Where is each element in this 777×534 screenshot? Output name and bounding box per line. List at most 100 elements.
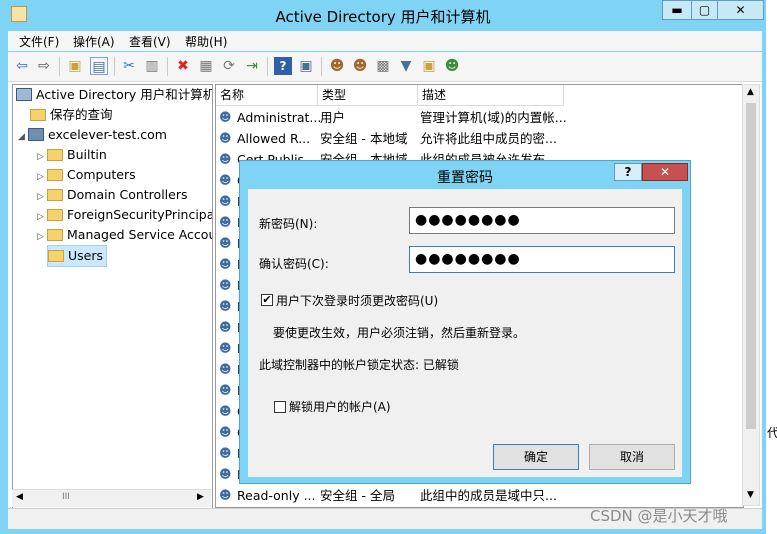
collapse-twisty-icon[interactable]: ▷ [37, 207, 47, 227]
scroll-thumb[interactable] [746, 103, 756, 429]
column-header-description[interactable]: 描述 [418, 85, 564, 106]
dialog-close-button[interactable]: ✕ [642, 163, 688, 181]
group-icon: ☻ [219, 383, 232, 397]
back-icon[interactable]: ⇦ [13, 57, 31, 75]
watermark-text: CSDN @是小天才哦 [590, 507, 728, 525]
tree-root[interactable]: Active Directory 用户和计算机 [16, 85, 212, 105]
console-icon[interactable]: ▣ [297, 57, 315, 75]
menu-help[interactable]: 帮助(H) [185, 33, 227, 50]
group-icon: ☻ [219, 278, 232, 292]
tree-item-domain-controllers[interactable]: ▷ Domain Controllers [37, 185, 187, 205]
group-icon: ☻ [219, 320, 232, 334]
up-folder-icon[interactable]: ▣ [66, 57, 84, 75]
title-bar[interactable]: Active Directory 用户和计算机 ▬ ▢ ✕ [0, 0, 766, 30]
group-icon: ☻ [219, 467, 232, 481]
tree-item-saved-queries[interactable]: 保存的查询 [30, 105, 113, 125]
add-user-icon[interactable]: ☻ [328, 57, 346, 75]
toolbar: ⇦ ⇨ ▣ ▤ ✂ ▥ ✖ ▦ ⟳ ⇥ ? ▣ ☻ ☻ ▩ ▼ ▣ ☻ [8, 52, 762, 82]
filter-icon[interactable]: ▼ [397, 57, 415, 75]
unlock-account-label[interactable]: 解锁用户的帐户(A) [289, 398, 391, 415]
group-icon: ☻ [219, 236, 232, 250]
menu-action[interactable]: 操作(A) [73, 33, 115, 50]
show-tree-icon[interactable]: ▤ [90, 57, 108, 75]
ad-console-icon [16, 88, 32, 101]
properties-icon[interactable]: ▦ [197, 57, 215, 75]
group-icon: ☻ [219, 299, 232, 313]
tree-item-computers[interactable]: ▷ Computers [37, 165, 136, 185]
group-icon: ☻ [219, 194, 232, 208]
add-ou-icon[interactable]: ▩ [374, 57, 392, 75]
group-icon: ☻ [219, 257, 232, 271]
delete-icon[interactable]: ✖ [174, 57, 192, 75]
expand-twisty-icon[interactable]: ◢ [18, 127, 28, 147]
must-change-label[interactable]: 用户下次登录时须更改密码(U) [276, 292, 438, 309]
collapse-twisty-icon[interactable]: ▷ [37, 147, 47, 167]
add-group-icon[interactable]: ☻ [351, 57, 369, 75]
folder-icon [47, 169, 63, 181]
cut-icon[interactable]: ✂ [120, 57, 138, 75]
group-icon: ☻ [219, 404, 232, 418]
export-icon[interactable]: ⇥ [243, 57, 261, 75]
tree-horizontal-scrollbar[interactable]: ◀ III ▶ [12, 489, 211, 507]
group-icon: ☻ [219, 152, 232, 166]
find-icon[interactable]: ▣ [420, 57, 438, 75]
group-icon: ☻ [219, 131, 232, 145]
must-change-checkbox[interactable]: ✔ [261, 294, 273, 306]
group-icon: ☻ [219, 362, 232, 376]
window-title: Active Directory 用户和计算机 [275, 8, 491, 26]
list-row[interactable]: ☻ Administrat... 用户 管理计算机(域)的内置帐... [216, 107, 743, 128]
scroll-up-icon[interactable]: ▲ [747, 87, 754, 97]
group-icon: ☻ [219, 215, 232, 229]
maximize-button[interactable]: ▢ [691, 0, 718, 20]
close-button[interactable]: ✕ [717, 0, 764, 20]
minimize-button[interactable]: ▬ [662, 0, 692, 20]
tree-item-users[interactable]: Users [47, 245, 108, 267]
lock-status-text: 此域控制器中的帐户锁定状态: 已解锁 [259, 358, 459, 372]
list-row[interactable]: ☻ Allowed R... 安全组 - 本地域 允许将此组中成员的密... [216, 128, 743, 149]
tree-item-builtin[interactable]: ▷ Builtin [37, 145, 107, 165]
new-password-field[interactable]: ●●●●●●●● [409, 207, 675, 234]
tree-item-foreign-security[interactable]: ▷ ForeignSecurityPrincipals [37, 205, 212, 227]
folder-icon [47, 229, 63, 241]
user-icon: ☻ [219, 110, 232, 124]
collapse-twisty-icon[interactable]: ▷ [37, 227, 47, 247]
background-strip: 代 [766, 0, 777, 534]
list-row[interactable]: ☻ Read-only ... 安全组 - 全局 此组中的成员是域中只... [216, 485, 743, 506]
user-icon: ☻ [219, 425, 232, 439]
dialog-help-button[interactable]: ? [614, 163, 642, 181]
column-header-type[interactable]: 类型 [318, 85, 418, 106]
group-icon: ☻ [219, 173, 232, 187]
tree-item-managed-service[interactable]: ▷Managed Service Accounts [37, 225, 212, 247]
menu-file[interactable]: 文件(F) [19, 33, 59, 50]
scroll-left-icon[interactable]: ◀ [16, 492, 23, 502]
folder-icon [48, 250, 64, 262]
column-header-name[interactable]: 名称 [216, 85, 318, 106]
refresh-icon[interactable]: ⟳ [220, 57, 238, 75]
collapse-twisty-icon[interactable]: ▷ [37, 167, 47, 187]
unlock-account-checkbox[interactable] [274, 401, 286, 413]
tree-pane[interactable]: Active Directory 用户和计算机 保存的查询 ◢ excelever… [12, 84, 213, 510]
menu-view[interactable]: 查看(V) [129, 33, 171, 50]
add-to-group-icon[interactable]: ☻ [443, 57, 461, 75]
group-icon: ☻ [219, 341, 232, 355]
cancel-button[interactable]: 取消 [589, 444, 675, 470]
scroll-thumb-grip[interactable]: III [62, 492, 70, 502]
new-password-label: 新密码(N): [259, 217, 318, 231]
collapse-twisty-icon[interactable]: ▷ [37, 187, 47, 207]
forward-icon[interactable]: ⇨ [35, 57, 53, 75]
confirm-password-field[interactable]: ●●●●●●●● [409, 246, 675, 273]
dialog-body: 新密码(N): ●●●●●●●● 确认密码(C): ●●●●●●●● ✔ 用户下… [248, 189, 682, 477]
tree-item-domain[interactable]: ◢ excelever-test.com [18, 125, 167, 145]
ok-button[interactable]: 确定 [493, 444, 579, 470]
group-icon: ☻ [219, 488, 232, 502]
folder-icon [30, 109, 46, 121]
list-vertical-scrollbar[interactable]: ▲ ▼ [742, 84, 760, 506]
scroll-right-icon[interactable]: ▶ [197, 492, 204, 502]
paste-icon[interactable]: ▥ [143, 57, 161, 75]
scroll-down-icon[interactable]: ▼ [747, 490, 754, 500]
main-window: Active Directory 用户和计算机 ▬ ▢ ✕ 文件(F) 操作(A… [0, 0, 766, 534]
domain-icon [28, 128, 44, 141]
help-icon[interactable]: ? [274, 57, 292, 75]
background-text: 代 [767, 426, 777, 440]
confirm-password-label: 确认密码(C): [259, 257, 329, 271]
